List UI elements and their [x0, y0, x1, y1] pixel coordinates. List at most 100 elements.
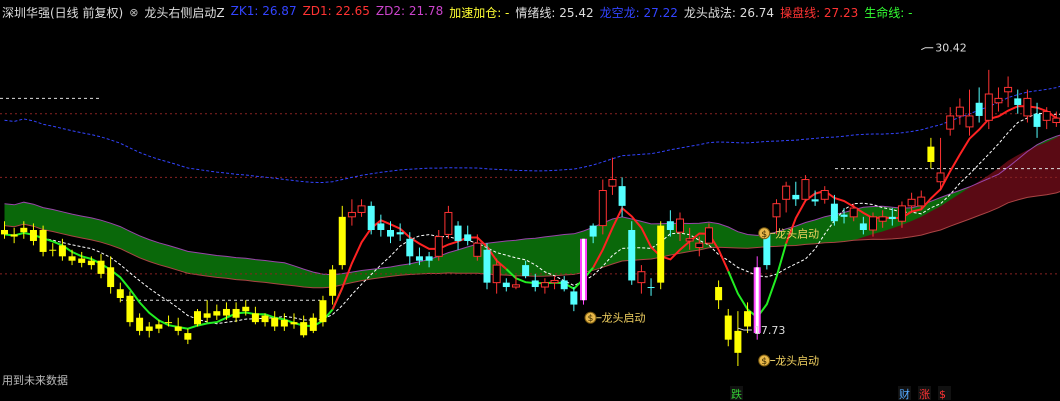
candle-95 — [917, 196, 926, 207]
candle-75 — [724, 315, 732, 340]
candle-55 — [531, 280, 539, 288]
money-bag-glyph: $ — [588, 314, 594, 324]
candle-85 — [820, 190, 829, 200]
candlestick-chart[interactable]: 30.42 17.73 $ 龙头启动 $ 龙头启动 $ 龙头启动 用到未来数据跌 财涨 $ — [0, 0, 1060, 401]
candle-65 — [628, 230, 636, 281]
candle-28 — [271, 317, 279, 327]
candle-41 — [396, 232, 404, 235]
candle-63 — [608, 179, 617, 187]
candle-98 — [946, 115, 955, 130]
candle-11 — [107, 267, 115, 288]
candle-34 — [329, 269, 337, 296]
candle-18 — [174, 326, 182, 331]
candle-44 — [425, 256, 433, 261]
signal-label-4: 龙头启动 — [775, 355, 819, 368]
candle-71 — [685, 238, 694, 242]
footer-marker-0: 跌 — [731, 387, 742, 401]
candle-23 — [222, 308, 230, 316]
candle-76 — [734, 330, 742, 353]
candle-48 — [464, 234, 472, 241]
footer: 用到未来数据跌 财涨 $ — [2, 373, 951, 401]
candle-108 — [1042, 111, 1051, 121]
candle-104 — [1004, 86, 1013, 93]
low-marker-1 — [737, 327, 752, 331]
candle-36 — [347, 211, 356, 218]
candle-16 — [155, 324, 163, 329]
candle-24 — [232, 308, 240, 318]
candle-core-60 — [582, 238, 585, 301]
candle-107 — [1033, 113, 1041, 127]
candle-97 — [936, 172, 945, 183]
candle-19 — [184, 333, 192, 340]
candle-102 — [984, 93, 993, 121]
candle-69 — [666, 221, 674, 230]
candle-4 — [39, 230, 47, 252]
candle-106 — [1023, 97, 1032, 117]
candle-56 — [540, 282, 549, 288]
low-label: 17.73 — [754, 324, 786, 337]
candle-82 — [792, 194, 800, 200]
candle-2 — [20, 227, 28, 233]
candle-51 — [492, 264, 501, 284]
candle-37 — [357, 205, 366, 213]
candle-32 — [309, 317, 317, 331]
candle-38 — [367, 205, 375, 230]
candle-96 — [927, 146, 935, 162]
candle-66 — [637, 271, 646, 284]
candle-33 — [319, 300, 327, 323]
candle-68 — [657, 225, 665, 283]
candle-109 — [1052, 117, 1060, 124]
candle-13 — [126, 295, 134, 323]
signal-label-2: 龙头启动 — [602, 312, 646, 325]
candle-77 — [744, 311, 752, 327]
candle-50 — [483, 249, 491, 283]
candle-70 — [676, 218, 684, 233]
candle-29 — [280, 319, 288, 327]
candle-99 — [955, 106, 964, 117]
candle-12 — [116, 289, 124, 298]
future-data-note: 用到未来数据 — [2, 373, 68, 387]
candle-5 — [49, 249, 57, 251]
candle-67 — [647, 287, 655, 289]
high-marker-0 — [921, 47, 934, 51]
candle-26 — [251, 313, 259, 323]
candle-7 — [68, 256, 76, 261]
candle-90 — [869, 216, 877, 231]
candle-61 — [589, 225, 597, 237]
candle-9 — [87, 260, 95, 266]
candle-83 — [801, 179, 810, 200]
candle-52 — [502, 282, 510, 288]
candle-57 — [550, 279, 559, 284]
candle-94 — [907, 198, 916, 207]
candle-91 — [878, 216, 887, 222]
candle-22 — [213, 311, 221, 316]
candle-30 — [290, 322, 298, 325]
high-label: 30.42 — [935, 42, 967, 55]
candle-53 — [511, 284, 520, 288]
footer-marker-1: 财 — [899, 387, 910, 401]
candle-27 — [261, 315, 269, 323]
candle-93 — [897, 205, 906, 222]
candle-62 — [598, 190, 607, 227]
candle-39 — [377, 223, 385, 230]
candle-103 — [994, 97, 1003, 104]
candle-15 — [145, 326, 153, 331]
candle-49 — [473, 242, 482, 257]
money-bag-glyph: $ — [761, 230, 767, 240]
candle-81 — [782, 185, 791, 200]
candle-21 — [203, 313, 211, 318]
candle-59 — [570, 291, 578, 305]
candle-101 — [975, 102, 983, 116]
candle-73 — [704, 227, 713, 244]
candle-88 — [849, 207, 858, 218]
candle-80 — [772, 203, 781, 218]
candle-25 — [242, 306, 250, 312]
candle-87 — [840, 214, 848, 217]
money-bag-glyph: $ — [761, 357, 767, 367]
candle-58 — [560, 280, 568, 290]
candle-6 — [58, 245, 66, 257]
candle-89 — [859, 223, 867, 230]
candle-0 — [1, 230, 8, 235]
candle-14 — [136, 317, 144, 331]
candle-74 — [715, 287, 723, 301]
